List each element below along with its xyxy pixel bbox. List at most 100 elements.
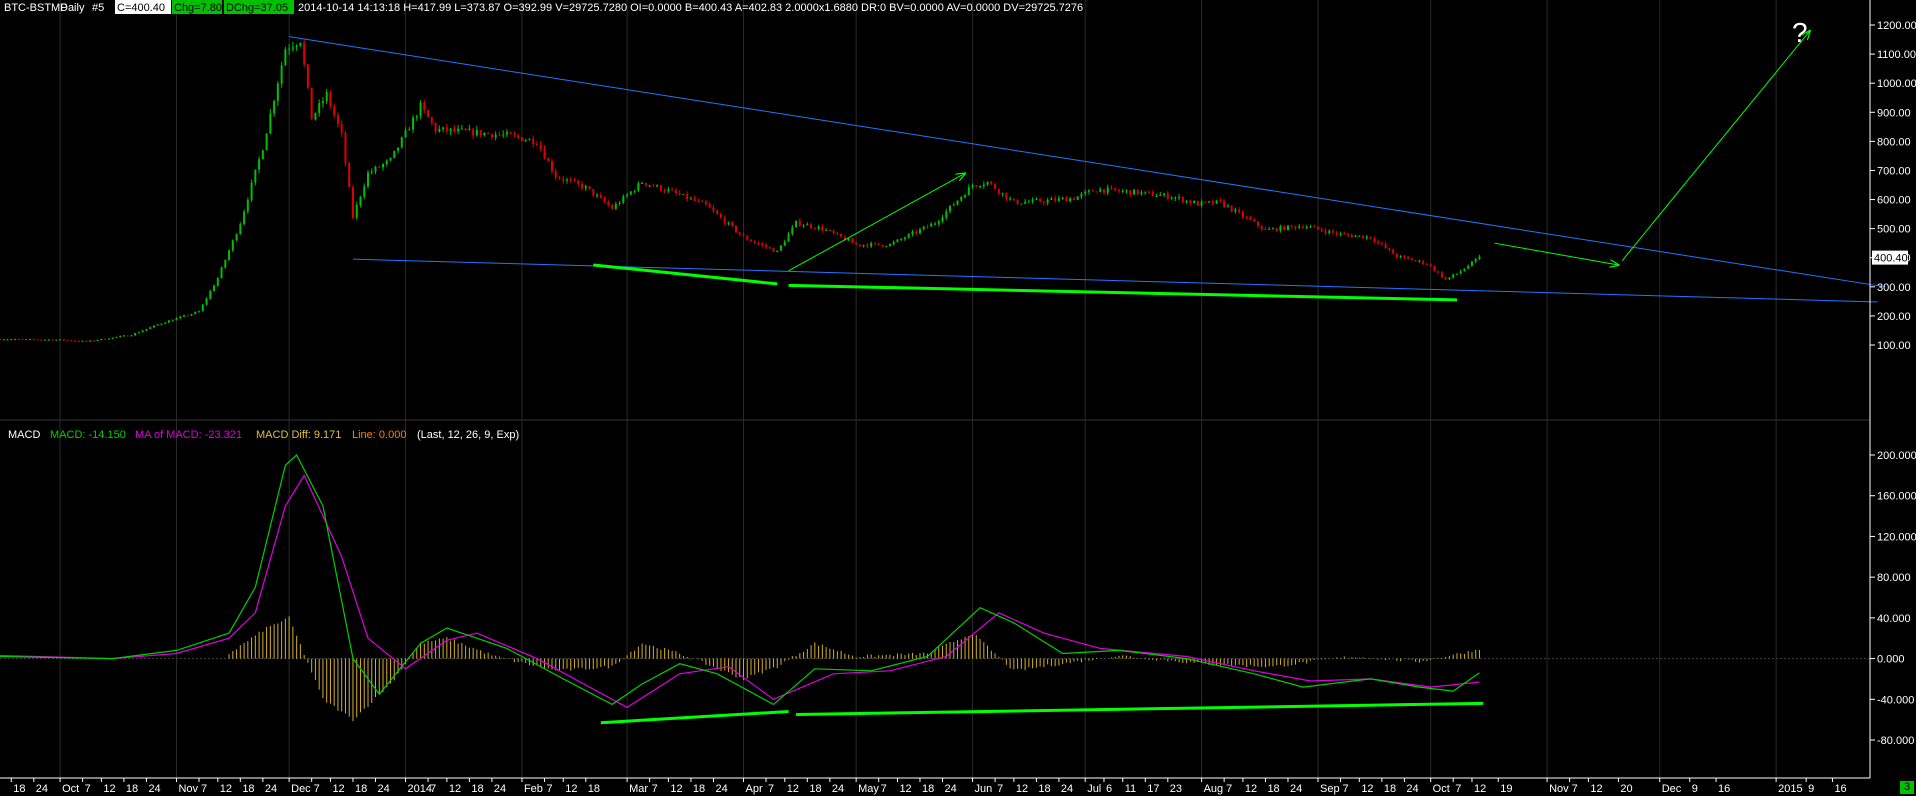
price-y-tick-label: 900.00 [1877, 107, 1911, 119]
x-tick-label: 12 [1361, 783, 1373, 795]
candle-body [1478, 256, 1481, 260]
candle-body [873, 243, 876, 245]
candle-body [1005, 192, 1008, 199]
candle-body [723, 217, 726, 224]
candle-body [795, 220, 798, 228]
candle-body [382, 164, 385, 168]
candle-body [74, 340, 77, 342]
x-tick-label: 2014 [408, 783, 432, 795]
candle-body [949, 205, 952, 212]
candle-body [62, 339, 65, 341]
candle-body [1320, 229, 1323, 231]
candle-body [734, 225, 737, 233]
candle-body [498, 134, 501, 136]
candle-body [704, 201, 707, 205]
candle-body [351, 187, 354, 218]
candle-body [427, 110, 430, 118]
candle-body [802, 225, 805, 227]
x-tick-label: 20 [1620, 783, 1632, 795]
candle-body [701, 200, 704, 202]
x-tick-label: 12 [103, 783, 115, 795]
candle-body [663, 190, 666, 192]
candle-body [618, 202, 621, 204]
candle-body [291, 47, 294, 49]
x-tick-label: 23 [1170, 783, 1182, 795]
candle-body [408, 129, 411, 131]
candle-body [1024, 201, 1027, 204]
macd-ma-value: MA of MACD: -23.321 [135, 429, 242, 441]
candle-body [753, 241, 756, 243]
candle-body [1163, 193, 1166, 195]
candle-body [562, 178, 565, 181]
candle-body [1294, 226, 1297, 229]
candle-body [1106, 187, 1109, 193]
candle-body [434, 123, 437, 132]
candle-body [1234, 209, 1237, 212]
candle-body [2, 339, 5, 341]
candle-body [400, 137, 403, 148]
x-tick-label: 7 [1226, 783, 1232, 795]
x-tick-label: 16 [1718, 783, 1730, 795]
candle-body [445, 127, 448, 132]
candle-body [224, 259, 227, 268]
price-y-tick-label: 300.00 [1877, 282, 1911, 294]
candle-body [1189, 200, 1192, 204]
candle-body [550, 161, 553, 172]
candle-body [1350, 235, 1353, 237]
candle-body [986, 181, 989, 185]
candle-body [378, 166, 381, 168]
x-tick-label: 18 [126, 783, 138, 795]
candle-body [490, 133, 493, 138]
candle-body [611, 205, 614, 209]
candle-body [708, 204, 711, 208]
x-tick-label: 18 [355, 783, 367, 795]
candle-body [1238, 209, 1241, 212]
candle-body [1170, 197, 1173, 199]
x-tick-label: 19 [1500, 783, 1512, 795]
candle-body [246, 199, 249, 212]
candle-body [77, 340, 80, 342]
candle-body [881, 244, 884, 247]
candle-body [1298, 226, 1301, 229]
candle-body [1208, 201, 1211, 203]
chg-box: Chg=7.80 [174, 2, 222, 14]
candle-body [941, 217, 944, 222]
candle-body [1286, 225, 1289, 230]
x-tick-label: Oct [62, 783, 79, 795]
candle-body [712, 207, 715, 211]
candle-body [1422, 260, 1425, 264]
candle-body [171, 320, 174, 322]
x-tick-label: 7 [85, 783, 91, 795]
x-tick-label: 7 [430, 783, 436, 795]
candle-body [1377, 241, 1380, 243]
candle-body [288, 48, 291, 50]
candle-body [693, 198, 696, 201]
candle-body [1069, 198, 1072, 202]
candle-body [750, 239, 753, 242]
x-tick-label: 7 [546, 783, 552, 795]
candle-body [55, 339, 58, 341]
price-y-tick-label: 200.00 [1877, 311, 1911, 323]
candle-body [201, 304, 204, 312]
candle-body [430, 117, 433, 124]
candle-body [449, 128, 452, 132]
candle-body [348, 163, 351, 188]
candle-body [344, 132, 347, 164]
candle-body [265, 133, 268, 151]
candle-body [198, 311, 201, 313]
candle-body [603, 197, 606, 203]
price-y-tick-label: 600.00 [1877, 195, 1911, 207]
candle-body [494, 134, 497, 138]
candle-body [1054, 198, 1057, 201]
candle-body [1091, 190, 1094, 192]
candle-body [175, 318, 178, 321]
candle-body [479, 129, 482, 136]
candle-body [1388, 248, 1391, 250]
candle-body [975, 185, 978, 187]
x-tick-label: 11 [1125, 783, 1136, 795]
candle-body [1260, 226, 1263, 230]
macd-y-tick-label: 40.000 [1877, 613, 1911, 625]
candle-body [967, 187, 970, 196]
candle-body [652, 185, 655, 187]
candle-body [1455, 273, 1458, 275]
